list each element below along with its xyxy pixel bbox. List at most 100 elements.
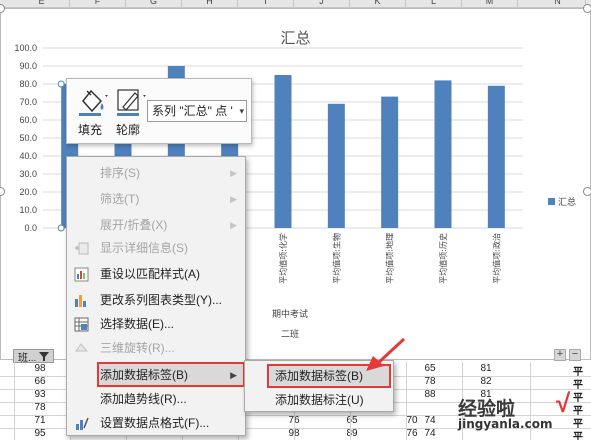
menu-item-label: 显示详细信息(S) (100, 241, 188, 255)
show-details-icon (75, 242, 89, 255)
menu-item-expand-collapse[interactable]: 展开/折叠(X) ▶ (67, 214, 245, 236)
column-header[interactable]: I (238, 0, 294, 7)
menu-item-label: 添加趋势线(R)... (100, 392, 187, 406)
chevron-down-icon: ▾ (239, 106, 244, 116)
resize-handle-right[interactable] (583, 187, 591, 196)
submenu-arrow-icon: ▶ (230, 168, 237, 178)
y-tick-label: 50.0 (19, 133, 37, 143)
y-tick-label: 80.0 (19, 79, 37, 89)
chart-element-select[interactable]: 系列 "汇总" 点 ' ▾ (147, 100, 247, 122)
menu-item-3d-rotation[interactable]: 三维旋转(R)... (67, 337, 245, 359)
expand-field-button[interactable]: + (554, 349, 566, 361)
outline-label: 轮廓 (115, 123, 140, 137)
menu-item-label: 更改系列图表类型(Y)... (100, 293, 222, 307)
x-group-label: 二班 (281, 328, 299, 340)
worksheet-cell[interactable]: 89 (332, 428, 372, 439)
filter-icon (39, 351, 50, 361)
x-tick-label: 平均值项:历史 (438, 233, 448, 284)
column-header[interactable]: H (182, 0, 238, 7)
menu-item-label: 展开/折叠(X) (100, 218, 168, 232)
chart-legend[interactable]: 汇总 (548, 195, 576, 208)
column-header[interactable]: J (294, 0, 350, 7)
worksheet-cell[interactable]: 65 (410, 363, 450, 374)
fill-label: 填充 (77, 123, 102, 137)
context-menu: 排序(S) ▶ 筛选(T) ▶ 展开/折叠(X) ▶ 显示详细信息(S) 重设以… (66, 156, 246, 436)
reset-style-icon (74, 267, 89, 282)
x-group-label: 期中考试 (272, 308, 308, 320)
paint-bucket-icon (79, 89, 108, 116)
outline-button[interactable]: 轮廓 (111, 85, 146, 139)
chart-element-select-value: 系列 "汇总" 点 ' (152, 104, 233, 118)
menu-item-add-data-labels[interactable]: 添加数据标签(B) ▶ (67, 364, 245, 386)
field-filter-button[interactable]: 班... (13, 349, 55, 364)
collapse-field-button[interactable]: − (569, 349, 581, 361)
menu-item-filter[interactable]: 筛选(T) ▶ (67, 188, 245, 210)
menu-item-change-chart-type[interactable]: 更改系列图表类型(Y)... (67, 289, 245, 311)
worksheet-cell[interactable]: 98 (20, 363, 60, 374)
x-tick-label: 平均值项:地理 (385, 233, 395, 284)
change-chart-type-icon (75, 295, 86, 307)
select-data-icon (74, 317, 89, 332)
chart-bar[interactable] (327, 103, 345, 228)
worksheet-cell[interactable]: 95 (20, 428, 60, 439)
worksheet-cell[interactable]: 66 (20, 376, 60, 387)
worksheet-cell[interactable]: 65 (332, 415, 372, 426)
column-header[interactable]: M (462, 0, 518, 7)
format-data-point-icon (76, 417, 89, 430)
menu-item-show-details[interactable]: 显示详细信息(S) (67, 237, 245, 259)
submenu-item-label: 添加数据标签(B) (275, 369, 363, 383)
x-tick-label: 平均值项:生物 (331, 233, 341, 284)
chart-bar[interactable] (274, 75, 292, 228)
submenu-arrow-icon: ▶ (230, 370, 237, 380)
worksheet-cell[interactable]: 82 (466, 376, 506, 387)
menu-item-label: 设置数据点格式(F)... (100, 416, 210, 430)
menu-item-label: 重设以匹配样式(A) (100, 267, 200, 281)
worksheet-cell[interactable]: 平 (568, 428, 588, 440)
x-tick-label: 平均值项:化学 (278, 233, 288, 284)
column-header[interactable]: L (406, 0, 462, 7)
watermark-url: jingyanla.com (458, 417, 553, 431)
grid-column-line (14, 362, 15, 440)
x-tick-label: 平均值项:政治 (491, 233, 501, 284)
worksheet-cell[interactable]: 74 (410, 415, 450, 426)
y-tick-label: 0.0 (24, 223, 37, 233)
worksheet-cell[interactable]: 71 (20, 415, 60, 426)
column-header[interactable]: F (70, 0, 126, 7)
menu-item-label: 添加数据标签(B) (100, 368, 188, 382)
chart-bar[interactable] (381, 96, 399, 228)
menu-item-reset-style[interactable]: 重设以匹配样式(A) (67, 263, 245, 285)
y-tick-label: 10.0 (19, 205, 37, 215)
worksheet-cell[interactable]: 78 (20, 402, 60, 413)
worksheet-cell[interactable]: 81 (466, 363, 506, 374)
menu-item-label: 选择数据(E)... (100, 317, 174, 331)
worksheet-cell[interactable]: 93 (20, 389, 60, 400)
worksheet-cell[interactable]: 74 (410, 428, 450, 439)
column-header[interactable]: N (530, 0, 586, 7)
fill-button[interactable]: 填充 (73, 85, 108, 139)
menu-item-label: 筛选(T) (100, 192, 140, 206)
pen-outline-icon (117, 89, 146, 116)
column-header[interactable]: E (14, 0, 70, 7)
menu-item-label: 排序(S) (100, 166, 140, 180)
submenu-arrow-icon: ▶ (230, 220, 237, 230)
legend-swatch (548, 198, 555, 205)
y-tick-label: 30.0 (19, 169, 37, 179)
menu-item-sort[interactable]: 排序(S) ▶ (67, 162, 245, 184)
column-header-strip: E F G H I J K L M N (0, 0, 591, 8)
menu-item-add-trendline[interactable]: 添加趋势线(R)... (67, 388, 245, 410)
menu-item-select-data[interactable]: 选择数据(E)... (67, 313, 245, 335)
format-mini-toolbar: 填充 轮廓 系列 "汇总" 点 ' ▾ (66, 78, 252, 144)
check-icon: √ (556, 388, 571, 418)
menu-item-format-data-point[interactable]: 设置数据点格式(F)... (67, 412, 245, 434)
column-header[interactable]: G (126, 0, 182, 7)
chart-bar[interactable] (434, 80, 452, 229)
submenu-item-label: 添加数据标注(U) (275, 393, 364, 407)
worksheet-cell[interactable]: 88 (410, 389, 450, 400)
annotation-arrow-icon (366, 337, 406, 371)
chart-bar[interactable] (487, 85, 505, 228)
column-header[interactable]: K (350, 0, 406, 7)
resize-handle-top-right[interactable] (583, 4, 591, 13)
submenu-item-add-data-callouts[interactable]: 添加数据标注(U) (245, 389, 393, 412)
selection-handle (57, 224, 65, 232)
worksheet-cell[interactable]: 78 (410, 376, 450, 387)
